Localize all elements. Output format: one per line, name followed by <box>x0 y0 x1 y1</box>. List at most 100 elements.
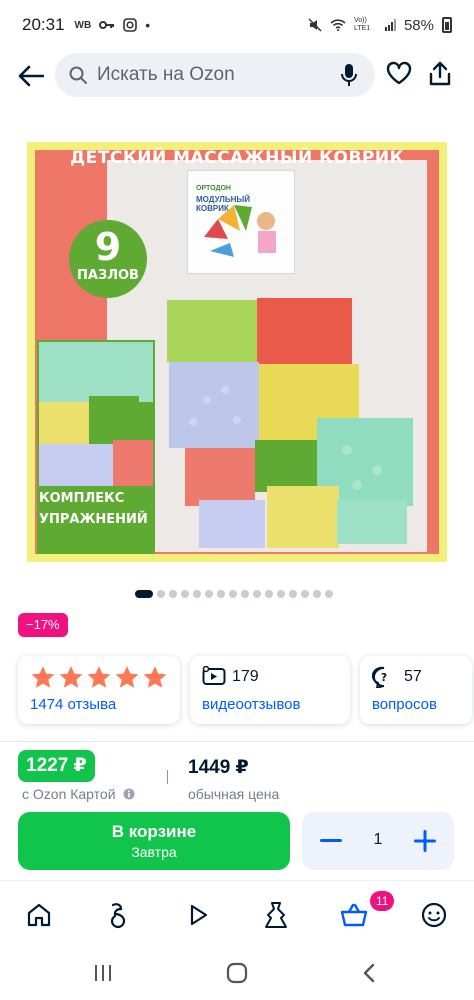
video-review-icon <box>202 665 226 691</box>
gallery-dot[interactable] <box>325 590 333 598</box>
gallery-dot-active[interactable] <box>135 590 153 598</box>
gallery-dot[interactable] <box>241 590 249 598</box>
gallery-dot[interactable] <box>205 590 213 598</box>
info-icon[interactable] <box>123 788 135 800</box>
questions-card[interactable]: ? 57 вопросов <box>360 656 472 724</box>
wifi-icon <box>330 19 346 31</box>
share-button[interactable] <box>428 61 452 92</box>
gallery-dot[interactable] <box>277 590 285 598</box>
tab-profile[interactable] <box>414 895 454 935</box>
top-header: Искать на Ozon <box>0 50 474 102</box>
video-count: 179 <box>232 668 259 685</box>
inset-caption: КОМПЛЕКС УПРАЖНЕНИЙ <box>39 488 148 530</box>
bottom-tab-bar: 11 <box>0 880 474 946</box>
dress-icon <box>265 902 287 928</box>
status-right: Vo)) LTE1 58% <box>308 17 452 34</box>
home-icon <box>27 903 51 927</box>
gallery-dot[interactable] <box>229 590 237 598</box>
gallery-dot[interactable] <box>157 590 165 598</box>
puzzles-count: 9 <box>94 225 122 269</box>
tab-fashion[interactable] <box>256 895 296 935</box>
ozon-card-label-text: с Ozon Картой <box>22 786 116 802</box>
star-icon <box>59 666 83 688</box>
heart-icon <box>386 61 412 85</box>
box-illustration <box>204 205 276 257</box>
questions-link[interactable]: вопросов <box>372 696 437 713</box>
star-icon <box>143 666 167 688</box>
key-icon <box>99 21 115 29</box>
network-label: Vo)) LTE1 <box>353 17 371 32</box>
price-separator <box>167 770 168 784</box>
dot-icon: • <box>145 17 151 33</box>
mute-icon <box>308 18 322 32</box>
section-divider <box>0 741 474 742</box>
svg-text:?: ? <box>381 671 387 684</box>
back-button[interactable] <box>16 61 46 91</box>
image-title: ДЕТСКИЙ МАССАЖНЫЙ КОВРИК <box>70 148 404 168</box>
product-stats: 1474 отзыва 179 видеоотзывов ? 57 вопрос… <box>18 656 472 724</box>
signal-icon <box>384 19 396 31</box>
status-bar: 20:31 WB • Vo)) LTE1 58% <box>0 0 474 50</box>
gallery-dot[interactable] <box>193 590 201 598</box>
discount-badge: −17% <box>18 613 68 637</box>
system-nav-bar <box>0 946 474 1000</box>
recent-apps-button[interactable] <box>88 960 118 986</box>
question-bubble-icon: ? <box>371 666 396 693</box>
questions-count: 57 <box>404 668 422 685</box>
regular-price-label: обычная цена <box>188 786 280 802</box>
tab-fresh[interactable] <box>97 895 137 935</box>
product-image[interactable]: ОРТОДОН МОДУЛЬНЫЙ КОВРИК ДЕТСКИЙ МАССАЖН… <box>27 142 447 562</box>
increase-button[interactable] <box>410 826 440 856</box>
gallery-dot[interactable] <box>265 590 273 598</box>
microphone-icon <box>341 64 357 86</box>
in-cart-title: В корзине <box>111 822 197 841</box>
favorite-button[interactable] <box>386 61 412 90</box>
gallery-dot[interactable] <box>313 590 321 598</box>
fresh-icon <box>110 903 126 929</box>
gallery-dot[interactable] <box>289 590 297 598</box>
gallery-dot[interactable] <box>181 590 189 598</box>
decrease-button[interactable] <box>316 826 346 856</box>
plus-icon <box>414 830 436 852</box>
inset-caption-line2: УПРАЖНЕНИЙ <box>39 512 148 527</box>
gallery-dot[interactable] <box>169 590 177 598</box>
instagram-icon <box>123 18 138 32</box>
system-back-button[interactable] <box>354 960 384 986</box>
gallery-dot[interactable] <box>301 590 309 598</box>
mic-button[interactable] <box>341 63 357 92</box>
gallery-pagination[interactable] <box>135 590 333 598</box>
puzzles-badge: 9 ПАЗЛОВ <box>69 220 147 298</box>
video-reviews-card[interactable]: 179 видеоотзывов <box>190 656 350 724</box>
cart-icon <box>340 903 368 927</box>
rating-stars <box>30 665 168 690</box>
star-icon <box>31 666 55 688</box>
rating-card[interactable]: 1474 отзыва <box>18 656 180 724</box>
delivery-date: Завтра <box>131 844 177 860</box>
ozon-card-label[interactable]: с Ozon Картой <box>22 786 135 802</box>
quantity-value: 1 <box>373 831 383 848</box>
arrow-left-icon <box>18 65 44 87</box>
quantity-stepper: 1 <box>302 812 454 870</box>
home-circle-icon <box>226 962 248 984</box>
home-system-button[interactable] <box>222 960 252 986</box>
profile-icon <box>421 902 447 928</box>
tab-video[interactable] <box>178 895 218 935</box>
search-icon <box>69 66 87 84</box>
cart-count-badge: 11 <box>370 891 395 911</box>
regular-price: 1449 ₽ <box>188 757 249 778</box>
battery-icon <box>442 17 452 33</box>
gallery-dot[interactable] <box>253 590 261 598</box>
search-input[interactable]: Искать на Ozon <box>55 53 375 97</box>
in-cart-button[interactable]: В корзине Завтра <box>18 812 290 870</box>
battery-percent: 58% <box>403 16 434 34</box>
tab-home[interactable] <box>19 895 59 935</box>
star-icon <box>115 666 139 688</box>
puzzles-word: ПАЗЛОВ <box>77 268 139 283</box>
reviews-link[interactable]: 1474 отзыва <box>30 696 116 713</box>
video-reviews-link[interactable]: видеоотзывов <box>202 696 300 713</box>
share-icon <box>429 61 451 86</box>
inset-tiles-illustration <box>39 342 153 486</box>
product-box: ОРТОДОН МОДУЛЬНЫЙ КОВРИК <box>187 170 295 274</box>
gallery-dot[interactable] <box>217 590 225 598</box>
tab-cart[interactable] <box>334 895 374 935</box>
